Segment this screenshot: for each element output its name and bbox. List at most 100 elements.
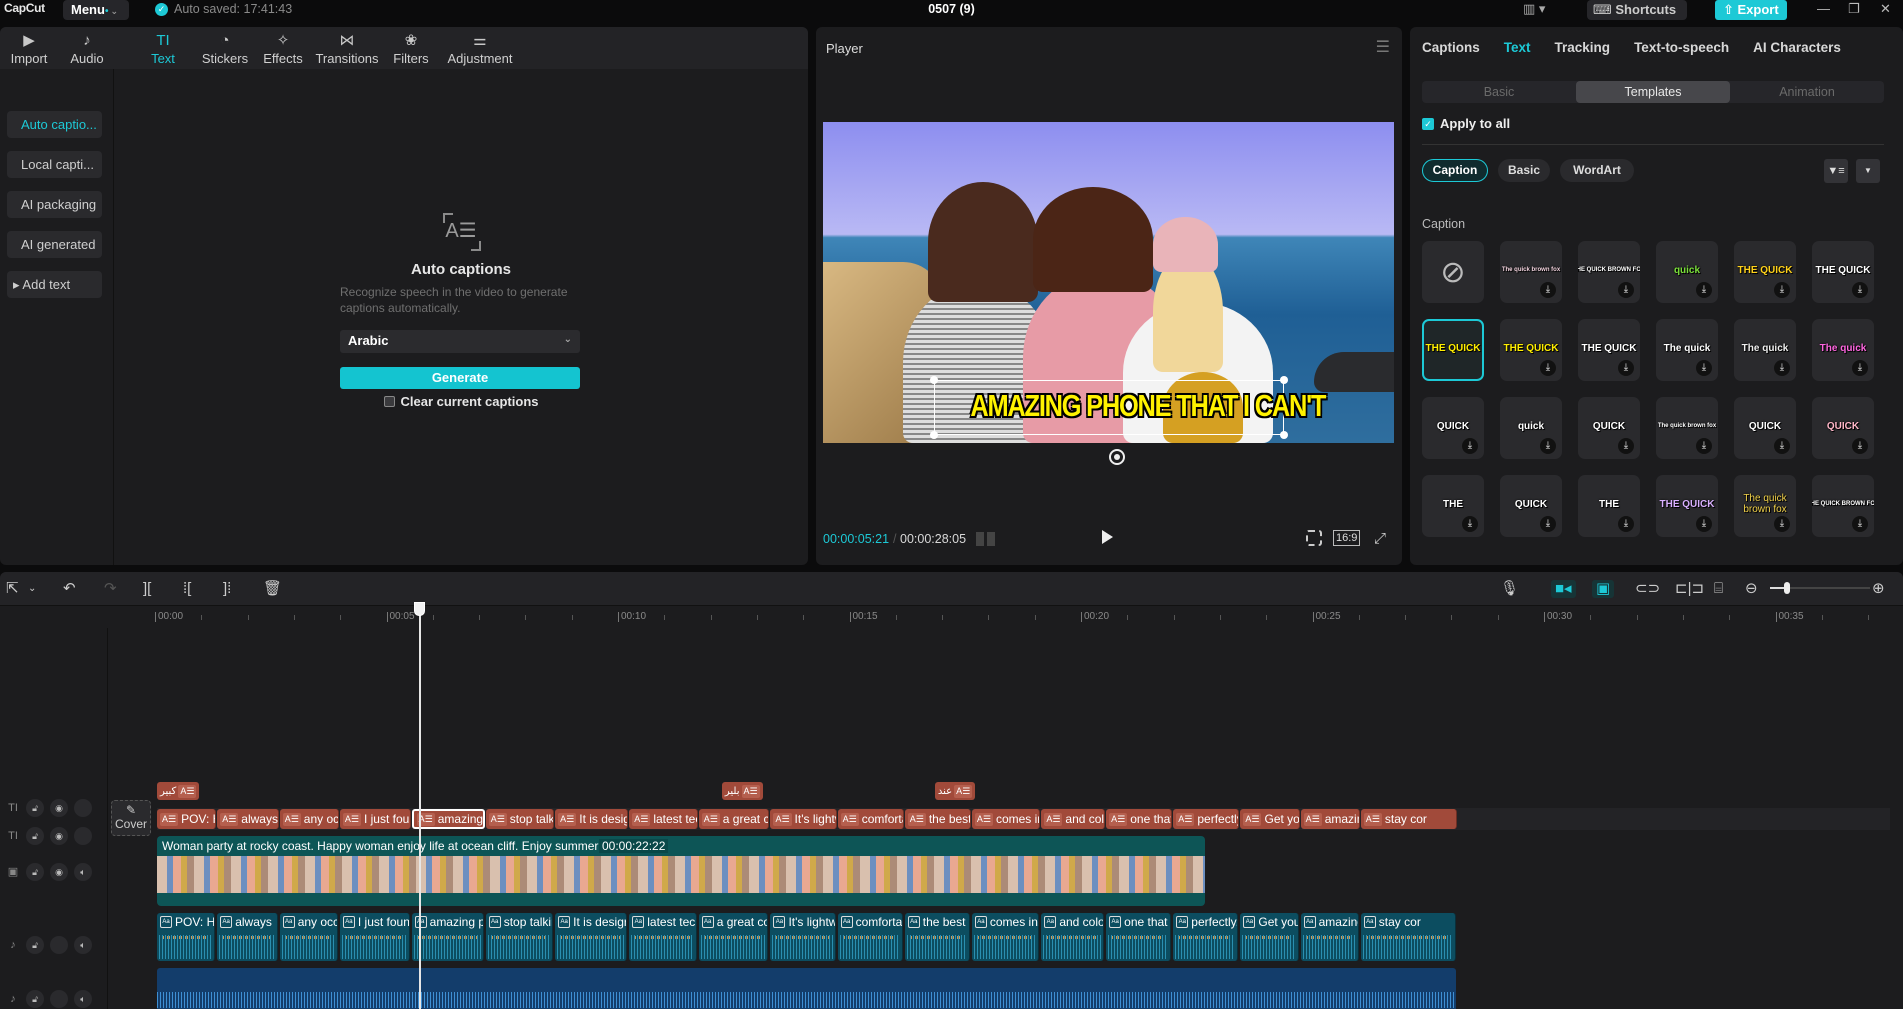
export-button[interactable]: ⇧ Export [1715, 0, 1787, 20]
sidebar-item-ai-generated[interactable]: AI generated [7, 231, 102, 258]
download-icon[interactable]: ⤓ [1540, 438, 1556, 454]
delete-icon[interactable]: 🗑︎ [263, 580, 282, 598]
video-clip[interactable]: Woman party at rocky coast. Happy woman … [157, 836, 1205, 906]
caption-template[interactable]: THE QUICK BROWN FOX ⤓ [1578, 241, 1640, 303]
rotate-icon[interactable] [1109, 449, 1125, 465]
download-icon[interactable]: ⤓ [1462, 438, 1478, 454]
redo-icon[interactable]: ↷ [104, 580, 117, 598]
tab-text-to-speech[interactable]: Text-to-speech [1634, 27, 1729, 69]
linkage-icon[interactable]: ▣ [1592, 580, 1615, 598]
download-icon[interactable]: ⤓ [1540, 360, 1556, 376]
text-clip[interactable]: عند A☰ [934, 782, 976, 800]
sidebar-item-auto-captions[interactable]: Auto captio... [7, 111, 102, 138]
caption-template[interactable]: THE QUICK [1422, 319, 1484, 381]
caption-template[interactable]: QUICK ⤓ [1734, 397, 1796, 459]
dropdown-icon[interactable]: ▼ [1856, 159, 1880, 183]
resize-handle[interactable] [930, 431, 938, 439]
tts-audio-clip[interactable]: Aa a great co [698, 913, 769, 961]
cover-button[interactable]: ✎ Cover [111, 800, 151, 836]
link-icon[interactable]: ⊂⊃ [1635, 580, 1660, 598]
tts-audio-clip[interactable]: Aa Get you [1240, 913, 1299, 961]
zoom-in-icon[interactable]: ⊕ [1872, 580, 1885, 598]
hamburger-menu-icon[interactable]: ☰ [1376, 37, 1390, 57]
caption-template[interactable]: quick ⤓ [1500, 397, 1562, 459]
auto-snap-icon[interactable]: ■◂ [1551, 580, 1576, 598]
caption-clip[interactable]: A☰a great co [698, 809, 770, 829]
apply-to-all-option[interactable]: ✓ Apply to all [1422, 116, 1510, 131]
tts-audio-clip[interactable]: Aa perfectly. [1173, 913, 1239, 961]
eye-icon[interactable]: ◉ [50, 799, 68, 817]
caption-template[interactable]: The quick brown fox ⤓ [1656, 397, 1718, 459]
caption-template[interactable]: The quick ⤓ [1656, 319, 1718, 381]
tts-audio-clip[interactable]: Aaamazing p [411, 913, 484, 961]
sidebar-item-ai-packaging[interactable]: AI packaging [7, 191, 102, 218]
sidebar-item-add-text[interactable]: ▸ Add text [7, 271, 102, 298]
video-preview[interactable]: AMAZING PHONE THAT I CAN'T [823, 122, 1394, 443]
download-icon[interactable]: ⤓ [1618, 282, 1634, 298]
language-select[interactable]: Arabic ⌄ [340, 330, 580, 353]
caption-template[interactable]: QUICK ⤓ [1500, 475, 1562, 537]
download-icon[interactable]: ⤓ [1774, 438, 1790, 454]
tab-filters[interactable]: ❀ Filters [382, 27, 440, 69]
caption-template[interactable]: The quick ⤓ [1812, 319, 1874, 381]
download-icon[interactable]: ⤓ [1852, 438, 1868, 454]
chevron-down-icon[interactable]: ⌄ [28, 580, 36, 598]
tts-audio-clip[interactable]: Aa comfortal [837, 913, 903, 961]
eye-icon[interactable]: ◉ [50, 827, 68, 845]
caption-template[interactable]: The quick brown fox ⤓ [1734, 475, 1796, 537]
caption-clip[interactable]: A☰ comes in [971, 809, 1041, 829]
subtab-animation[interactable]: Animation [1730, 81, 1884, 103]
tts-audio-clip[interactable]: Aa comes in [971, 913, 1040, 961]
download-icon[interactable]: ⤓ [1462, 516, 1478, 532]
fullscreen-icon[interactable]: ⤢ [1374, 530, 1386, 547]
tts-audio-clip[interactable]: Aa POV: H [157, 913, 216, 961]
fit-zoom-icon[interactable] [1306, 530, 1322, 546]
tab-tracking[interactable]: Tracking [1555, 27, 1611, 69]
caption-clip[interactable]: A☰perfectly. [1173, 809, 1240, 829]
resize-handle[interactable] [1280, 431, 1288, 439]
download-icon[interactable]: ⤓ [1696, 438, 1712, 454]
caption-clip[interactable]: A☰ It is desig [555, 809, 629, 829]
download-icon[interactable]: ⤓ [1696, 360, 1712, 376]
split-right-icon[interactable]: ]⁞ [223, 580, 231, 598]
maximize-button[interactable]: ❐ [1848, 1, 1860, 17]
apply-to-all-checkbox[interactable]: ✓ [1422, 117, 1434, 130]
playhead[interactable] [418, 606, 421, 1009]
text-clip[interactable]: كبير A☰ [157, 782, 200, 800]
subtab-templates[interactable]: Templates [1576, 81, 1730, 103]
play-icon[interactable] [1102, 530, 1113, 544]
tab-text[interactable]: Text [1504, 27, 1531, 69]
tts-audio-clip[interactable]: Aa I just foun [339, 913, 410, 961]
download-icon[interactable]: ⤓ [1618, 438, 1634, 454]
tab-adjustment[interactable]: ⚌ Adjustment [440, 27, 520, 69]
caption-template[interactable]: QUICK ⤓ [1812, 397, 1874, 459]
caption-template[interactable]: QUICK ⤓ [1578, 397, 1640, 459]
caption-template[interactable]: THE QUICK ⤓ [1734, 241, 1796, 303]
caption-template[interactable]: quick ⤓ [1656, 241, 1718, 303]
music-clip[interactable] [157, 968, 1456, 1009]
speaker-icon[interactable]: 🔈︎ [74, 990, 92, 1008]
caption-clip[interactable]: A☰ always [217, 809, 279, 829]
caption-clip[interactable]: A☰POV: H [157, 809, 217, 829]
eye-icon[interactable]: ◉ [50, 863, 68, 881]
download-icon[interactable]: ⤓ [1852, 282, 1868, 298]
select-cursor-icon[interactable]: ⇱ [6, 580, 19, 598]
preview-axis-icon[interactable]: ⊏|⊐ [1675, 580, 1704, 598]
caption-template[interactable]: THE QUICK ⤓ [1578, 319, 1640, 381]
minimize-button[interactable]: — [1817, 1, 1830, 16]
download-icon[interactable]: ⤓ [1774, 360, 1790, 376]
tab-ai-characters[interactable]: AI Characters [1753, 27, 1841, 69]
chip-basic[interactable]: Basic [1498, 159, 1550, 182]
clear-captions-checkbox[interactable] [383, 396, 395, 407]
tts-audio-clip[interactable]: Aa any occ [279, 913, 338, 961]
playhead-handle[interactable] [413, 602, 425, 616]
tts-audio-clip[interactable]: Aa stay cor [1360, 913, 1457, 961]
microphone-icon[interactable]: 🎙︎ [1500, 580, 1519, 598]
undo-icon[interactable]: ↶ [63, 580, 76, 598]
lock-icon[interactable]: 🔓︎ [26, 827, 44, 845]
caption-clip[interactable]: A☰amazing p [411, 809, 485, 829]
shortcuts-button[interactable]: ⌨ Shortcuts [1587, 0, 1687, 20]
caption-template[interactable]: THE ⤓ [1422, 475, 1484, 537]
tab-stickers[interactable]: ◔ Stickers [196, 27, 254, 69]
layout-icon[interactable]: ▥ ▾ [1523, 1, 1545, 17]
